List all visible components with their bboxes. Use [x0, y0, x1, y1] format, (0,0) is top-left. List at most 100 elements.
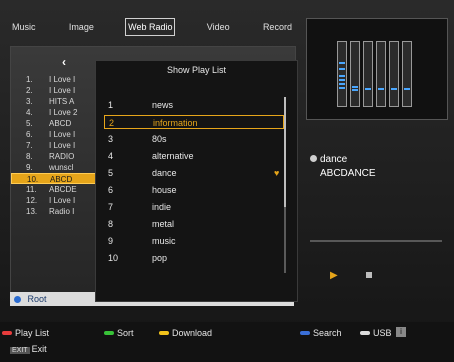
- playlist-item-number: 9: [108, 236, 114, 246]
- list-item-number: 6.: [26, 130, 33, 139]
- list-item-number: 2.: [26, 86, 33, 95]
- list-item[interactable]: 13. Radio I: [11, 206, 101, 217]
- list-item[interactable]: 8. RADIO: [11, 151, 101, 162]
- equalizer-bars: [337, 41, 425, 107]
- playlist-item-label: house: [152, 185, 177, 195]
- root-label: Root: [27, 294, 47, 304]
- playlist-item[interactable]: 2 information: [104, 115, 284, 129]
- playlist-item[interactable]: 3 80s: [104, 132, 284, 146]
- list-item[interactable]: 7. I Love I: [11, 140, 101, 151]
- list-item-number: 7.: [26, 141, 33, 150]
- list-item-number: 12.: [26, 196, 38, 205]
- now-playing-genre: dance: [310, 154, 440, 165]
- playlist-item[interactable]: 8 metal: [104, 217, 284, 231]
- playlist-item[interactable]: 6 house: [104, 183, 284, 197]
- stop-icon[interactable]: [366, 272, 372, 278]
- playlist-item[interactable]: 5 dance ♥: [104, 166, 284, 180]
- tab-image[interactable]: Image: [67, 19, 96, 35]
- playlist-item[interactable]: 7 indie: [104, 200, 284, 214]
- playlist-item[interactable]: 4 alternative: [104, 149, 284, 163]
- list-item-number: 13.: [26, 207, 38, 216]
- list-item[interactable]: 12. I Love I: [11, 195, 101, 206]
- legend-search[interactable]: Search: [300, 328, 342, 338]
- play-list-popup: Show Play List 1 news 2 information 3 80s 4 alt…: [95, 60, 298, 302]
- green-key-icon: [104, 331, 114, 335]
- list-item[interactable]: 3. HITS A: [11, 96, 101, 107]
- popup-scrollbar-thumb[interactable]: [284, 97, 286, 207]
- exit-button[interactable]: EXIT Exit: [10, 344, 47, 354]
- playlist-item-number: 7: [108, 202, 114, 212]
- playlist-item-label: alternative: [152, 151, 194, 161]
- tab-web-radio[interactable]: Web Radio: [125, 18, 176, 36]
- list-item-number: 4.: [26, 108, 33, 117]
- list-item[interactable]: 9. wunscl: [11, 162, 101, 173]
- list-item[interactable]: 4. I Love 2: [11, 107, 101, 118]
- playlist-item-label: information: [153, 118, 198, 128]
- tab-music[interactable]: Music: [10, 19, 38, 35]
- info-key-icon[interactable]: i: [396, 327, 406, 337]
- legend-download[interactable]: Download: [159, 328, 212, 338]
- playlist-item[interactable]: 10 pop: [104, 251, 284, 265]
- playlist-item-number: 6: [108, 185, 114, 195]
- red-key-icon: [2, 331, 12, 335]
- popup-title: Show Play List: [166, 65, 227, 75]
- list-item-number: 9.: [26, 163, 33, 172]
- popup-scrollbar[interactable]: [284, 97, 286, 273]
- list-item[interactable]: 1. I Love I: [11, 74, 101, 85]
- favorite-heart-icon: ♥: [274, 168, 280, 178]
- media-tabs: Music Image Web Radio Video Record: [10, 14, 294, 40]
- legend-sort[interactable]: Sort: [104, 328, 134, 338]
- equalizer-bar: [363, 41, 373, 107]
- playlist-item-number: 4: [108, 151, 114, 161]
- genre-bullet-icon: [310, 155, 317, 162]
- white-key-icon: [360, 331, 370, 335]
- folder-dot-icon: [14, 296, 21, 303]
- playlist-item-number: 2: [109, 118, 115, 128]
- playlist-item-label: dance: [152, 168, 177, 178]
- media-player-screen: Music Image Web Radio Video Record ‹ 1. I…: [0, 0, 454, 362]
- yellow-key-icon: [159, 331, 169, 335]
- now-playing-station: ABCDANCE: [320, 168, 376, 179]
- list-item-number: 3.: [26, 97, 33, 106]
- playlist-item-label: 80s: [152, 134, 167, 144]
- list-item[interactable]: 5. ABCD: [11, 118, 101, 129]
- list-item[interactable]: 10. ABCD: [11, 173, 101, 184]
- equalizer-bar: [389, 41, 399, 107]
- play-icon[interactable]: ▶: [330, 270, 338, 281]
- tab-record[interactable]: Record: [261, 19, 294, 35]
- playlist-item[interactable]: 1 news: [104, 98, 284, 112]
- list-item[interactable]: 6. I Love I: [11, 129, 101, 140]
- list-item-number: 8.: [26, 152, 33, 161]
- key-legend: Play List Sort Download Search USB i EXI…: [0, 322, 454, 362]
- legend-play-list[interactable]: Play List: [2, 328, 49, 338]
- list-item-number: 5.: [26, 119, 33, 128]
- tab-video[interactable]: Video: [205, 19, 232, 35]
- playlist-item[interactable]: 9 music: [104, 234, 284, 248]
- list-item[interactable]: 11. ABCDE: [11, 184, 101, 195]
- equalizer-bar: [402, 41, 412, 107]
- playlist-item-label: metal: [152, 219, 175, 229]
- list-item-number: 11.: [26, 185, 37, 194]
- equalizer-bar: [350, 41, 360, 107]
- playback-progress-bar[interactable]: [310, 240, 442, 242]
- equalizer-bar: [376, 41, 386, 107]
- playlist-item-label: news: [152, 100, 174, 110]
- playlist-item-label: pop: [152, 253, 168, 263]
- playlist-item-number: 5: [108, 168, 114, 178]
- list-item-number: 1.: [26, 75, 33, 84]
- playlist-item-number: 10: [108, 253, 119, 263]
- playlist-item-label: music: [152, 236, 176, 246]
- genre-label: dance: [320, 154, 348, 165]
- playlist-item-number: 8: [108, 219, 114, 229]
- playlist-item-number: 3: [108, 134, 114, 144]
- equalizer-visualizer: [306, 18, 448, 120]
- blue-key-icon: [300, 331, 310, 335]
- chevron-left-icon[interactable]: ‹: [62, 55, 66, 69]
- equalizer-bar: [337, 41, 347, 107]
- list-item[interactable]: 2. I Love I: [11, 85, 101, 96]
- playlist-item-number: 1: [108, 100, 114, 110]
- playlist-item-label: indie: [152, 202, 172, 212]
- now-playing-info: dance ABCDANCE: [310, 154, 440, 179]
- exit-key-icon: EXIT: [10, 347, 30, 354]
- legend-usb[interactable]: USB: [360, 328, 392, 338]
